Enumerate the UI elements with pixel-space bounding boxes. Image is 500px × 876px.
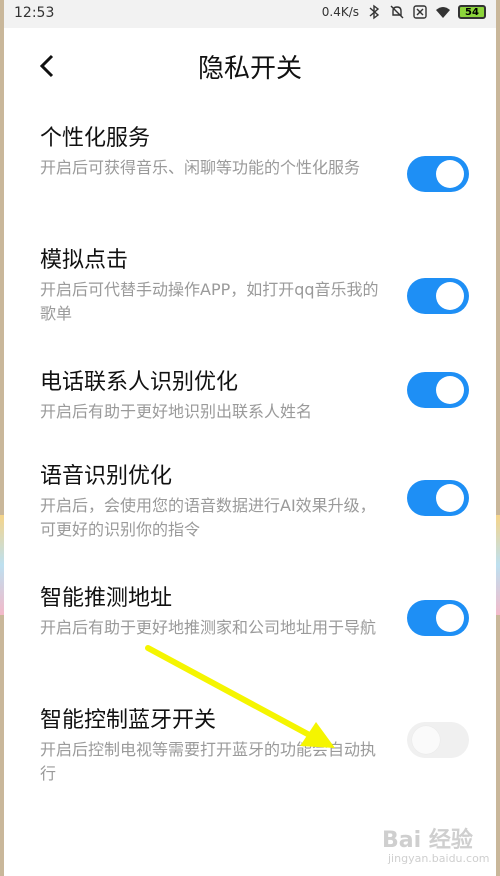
decorative-strip-right bbox=[496, 515, 500, 615]
baidu-watermark-url: jingyan.baidu.com bbox=[388, 852, 490, 865]
setting-desc: 开启后有助于更好地识别出联系人姓名 bbox=[40, 402, 313, 421]
setting-title: 语音识别优化 bbox=[40, 464, 173, 489]
bluetooth-icon bbox=[369, 4, 380, 20]
status-icons: 0.4K/s 54 bbox=[322, 4, 486, 20]
page-title: 隐私开关 bbox=[197, 54, 302, 84]
setting-title: 电话联系人识别优化 bbox=[40, 370, 239, 395]
setting-desc: 开启后可获得音乐、闲聊等功能的个性化服务 bbox=[40, 158, 361, 177]
baidu-watermark: Bai 经验 bbox=[382, 828, 473, 853]
setting-title: 智能控制蓝牙开关 bbox=[40, 708, 217, 733]
setting-desc: 开启后有助于更好地推测家和公司地址用于导航 bbox=[40, 618, 377, 637]
toggle-voice-recognition[interactable] bbox=[407, 480, 469, 516]
mute-bell-icon bbox=[390, 5, 404, 19]
setting-desc: 开启后，会使用您的语音数据进行AI效果升级，可更好的识别你的指令 bbox=[40, 496, 376, 539]
battery-icon: 54 bbox=[458, 5, 486, 19]
toggle-bluetooth-control[interactable] bbox=[407, 722, 469, 758]
toggle-personalized-service[interactable] bbox=[407, 156, 469, 192]
battery-level: 54 bbox=[465, 6, 479, 18]
status-time: 12:53 bbox=[14, 5, 55, 21]
setting-title: 模拟点击 bbox=[40, 248, 129, 273]
setting-title: 智能推测地址 bbox=[40, 586, 173, 611]
toggle-knob bbox=[436, 282, 464, 310]
toggle-knob bbox=[412, 726, 440, 754]
toggle-contact-recognition[interactable] bbox=[407, 372, 469, 408]
setting-desc: 开启后可代替手动操作APP，如打开qq音乐我的歌单 bbox=[40, 280, 379, 323]
toggle-simulate-click[interactable] bbox=[407, 278, 469, 314]
sim-x-icon bbox=[413, 5, 427, 19]
setting-title: 个性化服务 bbox=[40, 126, 151, 151]
status-bar: 12:53 0.4K/s 54 bbox=[4, 0, 496, 28]
toggle-knob bbox=[436, 484, 464, 512]
toggle-knob bbox=[436, 160, 464, 188]
wifi-icon bbox=[436, 7, 450, 18]
header: 隐私开关 bbox=[4, 28, 496, 106]
setting-desc: 开启后控制电视等需要打开蓝牙的功能会自动执行 bbox=[40, 740, 377, 783]
decorative-strip-left bbox=[0, 515, 4, 615]
toggle-knob bbox=[436, 604, 464, 632]
toggle-knob bbox=[436, 376, 464, 404]
network-speed: 0.4K/s bbox=[321, 5, 359, 19]
toggle-address-prediction[interactable] bbox=[407, 600, 469, 636]
